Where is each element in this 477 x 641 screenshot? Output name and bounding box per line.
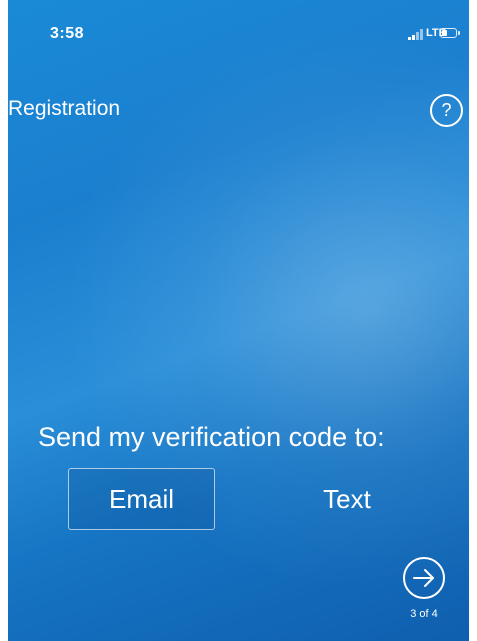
text-option-label: Text — [323, 483, 371, 514]
arrow-right-circle-icon — [413, 569, 434, 587]
email-option-button[interactable]: Email — [68, 468, 215, 530]
text-option-button[interactable]: Text — [288, 468, 406, 530]
step-indicator: 3 of 4 — [410, 608, 438, 620]
page-title: Registration — [8, 97, 121, 120]
verification-prompt: Send my verification code to: — [38, 422, 385, 452]
cellular-signal-icon — [408, 29, 424, 40]
registration-screen: 3:58 LTE Registration ? Send my verifica… — [8, 0, 469, 641]
status-time: 3:58 — [50, 25, 85, 42]
email-option-label: Email — [108, 483, 174, 514]
help-button[interactable]: ? — [430, 94, 463, 127]
battery-icon — [440, 28, 460, 38]
next-button[interactable] — [403, 557, 445, 599]
battery-level — [442, 30, 447, 36]
status-bar: 3:58 LTE — [8, 0, 469, 70]
question-mark-icon: ? — [441, 100, 452, 120]
